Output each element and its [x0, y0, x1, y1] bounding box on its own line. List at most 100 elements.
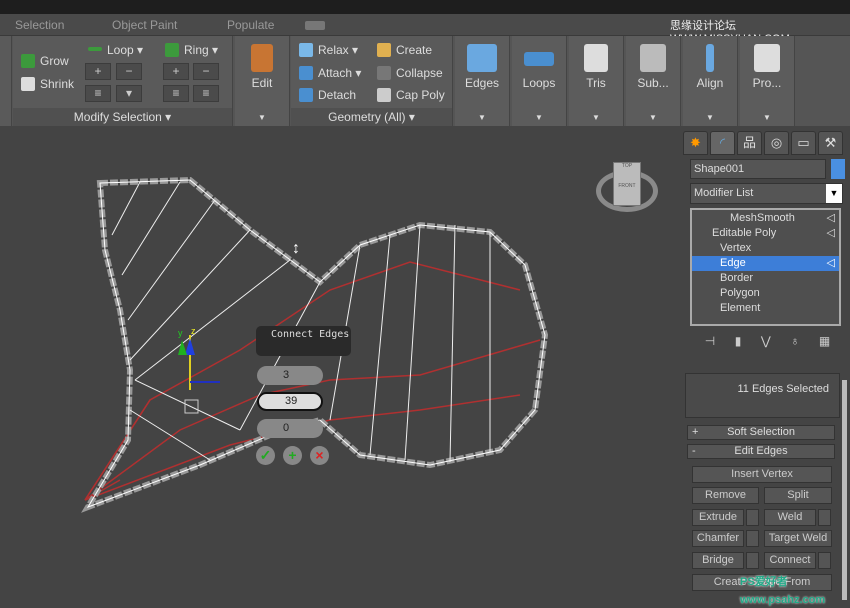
segments-field[interactable]: 3 — [257, 366, 323, 385]
stack-item-border[interactable]: Border — [692, 271, 839, 286]
insert-vertex-button[interactable]: Insert Vertex — [692, 466, 832, 483]
bridge-settings-button[interactable] — [746, 552, 759, 569]
properties-button[interactable]: Pro... ▼ — [740, 36, 795, 126]
ok-button[interactable]: ✓ — [256, 446, 275, 465]
stack-item-edge[interactable]: Edge ◁ — [692, 256, 839, 271]
remove-button[interactable]: Remove — [692, 487, 759, 504]
relax-label: Relax — [318, 43, 349, 57]
modifier-list-dropdown[interactable]: Modifier List ▼ — [690, 183, 843, 204]
create-button[interactable]: Create — [377, 43, 432, 57]
shrink-ring-button[interactable]: − — [193, 63, 219, 80]
modify-selection-title[interactable]: Modify Selection ▾ — [13, 108, 232, 126]
slide-field[interactable]: 0 — [257, 419, 323, 438]
gizmo-z-label: z — [191, 326, 196, 336]
extrude-button[interactable]: Extrude — [692, 509, 744, 526]
connect-settings-button[interactable] — [818, 552, 831, 569]
viewcube-top[interactable]: TOP — [614, 163, 640, 169]
collapse-label: Collapse — [396, 66, 443, 80]
object-color-swatch[interactable] — [831, 159, 845, 179]
pin-stack-icon[interactable]: ⊣ — [705, 334, 715, 348]
target-weld-button[interactable]: Target Weld — [764, 530, 832, 547]
display-tab-icon[interactable]: ▭ — [791, 131, 816, 155]
loop-select-button[interactable]: ≡ — [85, 85, 111, 102]
tab-populate[interactable]: Populate — [227, 18, 274, 32]
gizmo-y-label: y — [178, 328, 183, 338]
viewcube[interactable]: TOP FRONT — [613, 162, 641, 206]
edges-button[interactable]: Edges ▼ — [455, 36, 510, 126]
transform-gizmo[interactable] — [178, 335, 220, 414]
cap-poly-button[interactable]: Cap Poly — [377, 88, 445, 102]
tris-label: Tris — [586, 76, 606, 90]
shrink-loop-button[interactable]: − — [116, 63, 142, 80]
geometry-title[interactable]: Geometry (All) ▾ — [291, 108, 452, 126]
weld-button[interactable]: Weld — [764, 509, 816, 526]
connect-button[interactable]: Connect — [764, 552, 816, 569]
visibility-icon[interactable]: ◁ — [827, 256, 835, 271]
ring-all-button[interactable]: ≡ — [193, 85, 219, 102]
loop-button[interactable]: Loop ▾ — [88, 43, 143, 57]
tris-button[interactable]: Tris ▼ — [569, 36, 624, 126]
attach-icon — [299, 66, 313, 80]
edit-edges-rollout[interactable]: - Edit Edges — [687, 444, 835, 459]
chamfer-settings-button[interactable] — [746, 530, 759, 547]
panel-scrollbar[interactable] — [842, 380, 847, 600]
loop-mode-button[interactable]: ▾ — [116, 85, 142, 102]
edge-label: Edge — [720, 257, 746, 269]
split-button[interactable]: Split — [764, 487, 832, 504]
modify-tab-icon[interactable]: ◜ — [710, 131, 735, 155]
ring-button[interactable]: Ring ▾ — [165, 43, 218, 57]
tab-object-paint[interactable]: Object Paint — [112, 18, 177, 32]
attach-label: Attach — [318, 66, 353, 80]
utilities-tab-icon[interactable]: ⚒ — [818, 131, 843, 155]
visibility-icon[interactable]: ◁ — [827, 211, 835, 226]
ring-select-button[interactable]: ≡ — [163, 85, 189, 102]
collapse-button[interactable]: Collapse — [377, 66, 443, 80]
remove-modifier-icon[interactable]: ♁ — [790, 334, 799, 348]
subdivide-button[interactable]: Sub... ▼ — [626, 36, 681, 126]
detach-button[interactable]: Detach — [299, 88, 356, 102]
stack-item-vertex[interactable]: Vertex — [692, 241, 839, 256]
pinch-field[interactable]: 39 — [257, 392, 323, 411]
extrude-settings-button[interactable] — [746, 509, 759, 526]
watermark-text: PS爱好者 www.psahz.com — [740, 576, 826, 606]
soft-selection-rollout[interactable]: + Soft Selection — [687, 425, 835, 440]
object-name-field[interactable]: Shape001 — [690, 159, 826, 179]
grow-button[interactable]: Grow — [21, 54, 69, 68]
stack-item-element[interactable]: Element — [692, 301, 839, 316]
hierarchy-tab-icon[interactable]: 品 — [737, 131, 762, 155]
editable-poly-label: Editable Poly — [712, 227, 777, 239]
perspective-viewport[interactable]: y z ↕ TOP FRONT Connect Edges 3 39 0 ✓ + … — [0, 126, 680, 600]
ribbon-toggle-icon[interactable] — [305, 21, 325, 30]
stack-item-meshsmooth[interactable]: MeshSmooth ◁ — [692, 211, 839, 226]
stack-item-polygon[interactable]: Polygon — [692, 286, 839, 301]
tab-selection[interactable]: Selection — [15, 18, 64, 32]
motion-tab-icon[interactable]: ◎ — [764, 131, 789, 155]
relax-button[interactable]: Relax ▾ — [299, 43, 358, 57]
show-end-result-icon[interactable]: ▮ — [735, 334, 742, 348]
configure-sets-icon[interactable]: ▦ — [819, 334, 830, 348]
stack-item-editable-poly[interactable]: Editable Poly ◁ — [692, 226, 839, 241]
create-tab-icon[interactable]: ✸ — [683, 131, 708, 155]
subdivide-icon — [640, 44, 666, 72]
visibility-icon[interactable]: ◁ — [827, 226, 835, 241]
edit-edges-label: Edit Edges — [734, 445, 788, 457]
shrink-button[interactable]: Shrink — [21, 77, 74, 91]
edges-icon — [467, 44, 497, 72]
shrink-label: Shrink — [40, 77, 75, 91]
apply-button[interactable]: + — [283, 446, 302, 465]
bridge-button[interactable]: Bridge — [692, 552, 744, 569]
chevron-down-icon[interactable]: ▼ — [826, 184, 842, 203]
loops-button[interactable]: Loops ▼ — [512, 36, 567, 126]
attach-button[interactable]: Attach ▾ — [299, 66, 361, 80]
align-button[interactable]: Align ▼ — [683, 36, 738, 126]
pinch-value: 39 — [285, 395, 298, 407]
cancel-button[interactable]: × — [310, 446, 329, 465]
grow-ring-button[interactable]: + — [163, 63, 189, 80]
weld-settings-button[interactable] — [818, 509, 831, 526]
viewcube-front[interactable]: FRONT — [614, 183, 640, 189]
fish-mesh[interactable] — [0, 126, 680, 600]
chamfer-button[interactable]: Chamfer — [692, 530, 744, 547]
edit-button[interactable]: Edit ▼ — [235, 36, 290, 126]
grow-loop-button[interactable]: + — [85, 63, 111, 80]
make-unique-icon[interactable]: ⋁ — [761, 334, 771, 348]
